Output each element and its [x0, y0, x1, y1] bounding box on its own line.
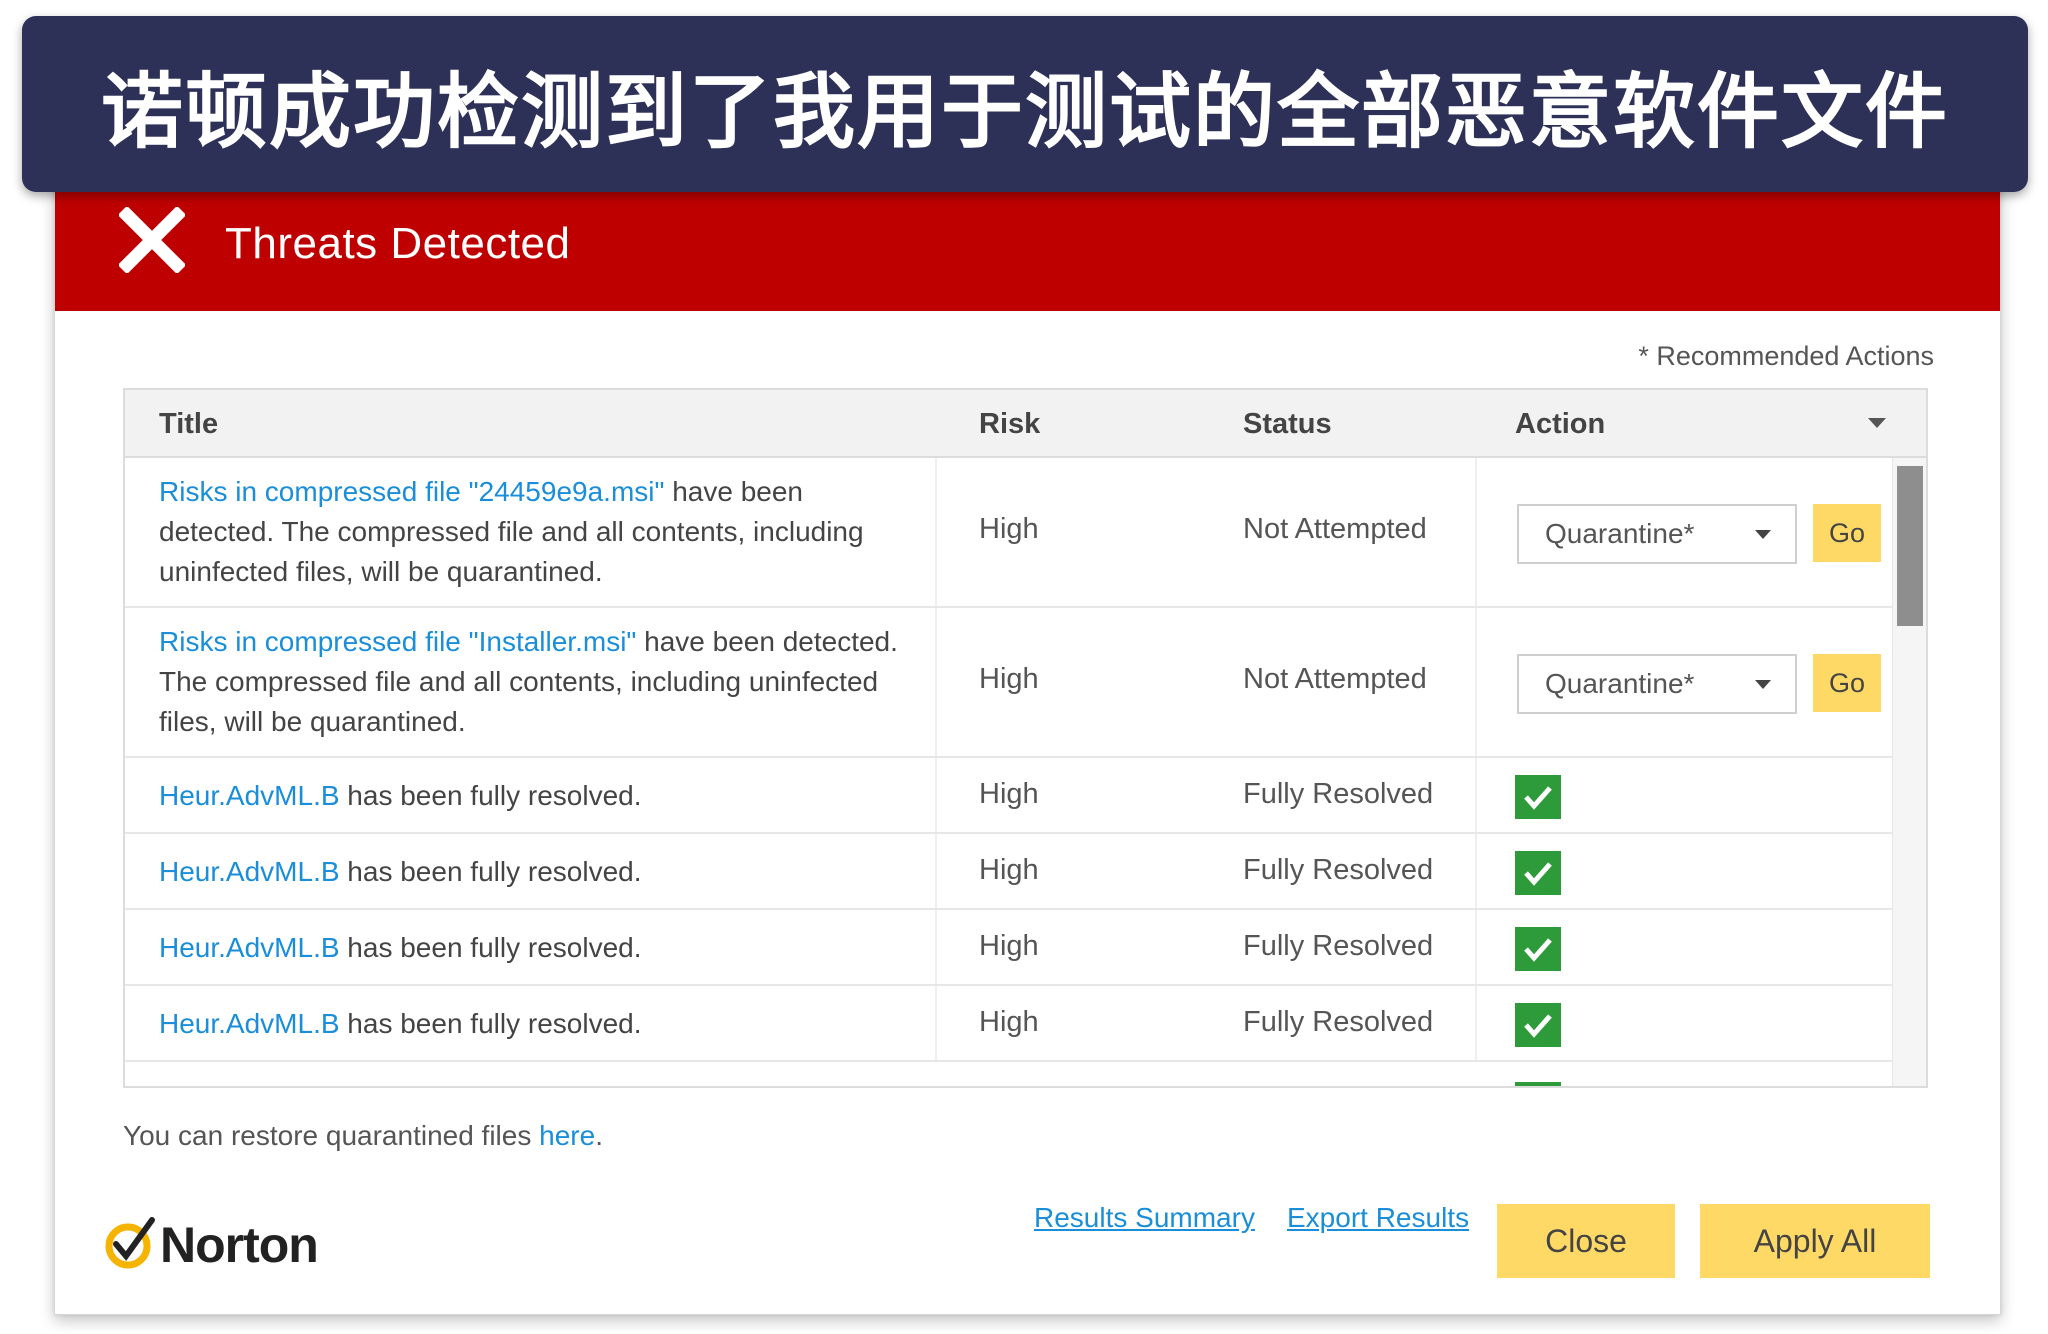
- threat-link[interactable]: Heur.AdvML.B: [159, 856, 340, 887]
- check-icon: [1515, 851, 1561, 895]
- status-value: Fully Resolved: [1243, 930, 1434, 962]
- column-status[interactable]: Status: [1243, 390, 1332, 458]
- threat-title: Heur.AdvML.B has been fully resolved.: [159, 780, 642, 811]
- action-select[interactable]: Quarantine*: [1517, 654, 1797, 714]
- risk-value: High: [979, 513, 1039, 545]
- table-row: Heur.AdvML.B has been fully resolved. Hi…: [125, 910, 1895, 986]
- sort-dropdown-icon[interactable]: [1868, 418, 1886, 428]
- caption-banner: 诺顿成功检测到了我用于测试的全部恶意软件文件: [22, 16, 2028, 192]
- export-results-link[interactable]: Export Results: [1287, 1202, 1469, 1234]
- table-row: Heur.AdvML.B has been fully resolved. Hi…: [125, 834, 1895, 910]
- table-row: Heur.AdvML.B has been fully resolved. Hi…: [125, 758, 1895, 834]
- threat-title: Heur.AdvML.B has been fully resolved.: [159, 932, 642, 963]
- close-x-icon: [119, 207, 185, 273]
- threat-link[interactable]: Risks in compressed file "24459e9a.msi": [159, 476, 664, 507]
- column-title[interactable]: Title: [159, 390, 218, 458]
- chevron-down-icon: [1755, 680, 1771, 689]
- status-value: Fully Resolved: [1243, 1006, 1434, 1038]
- header-title: Threats Detected: [225, 219, 571, 268]
- apply-all-button[interactable]: Apply All: [1700, 1204, 1930, 1278]
- table-row: Risks in compressed file "24459e9a.msi" …: [125, 458, 1895, 608]
- norton-check-icon: [105, 1217, 155, 1269]
- threat-title: Risks in compressed file "Installer.msi"…: [159, 626, 898, 737]
- threat-title: Heur.AdvML.B has been fully resolved.: [159, 856, 642, 887]
- norton-wordmark: Norton: [160, 1217, 319, 1273]
- table-row: Risks in compressed file "Installer.msi"…: [125, 608, 1895, 758]
- threat-link[interactable]: Heur.AdvML.B: [159, 932, 340, 963]
- table-body: Risks in compressed file "24459e9a.msi" …: [125, 458, 1895, 1062]
- threats-table: Title Risk Status Action Risks in compre…: [123, 388, 1928, 1088]
- caption-text: 诺顿成功检测到了我用于测试的全部恶意软件文件: [100, 64, 1949, 160]
- table-header: Title Risk Status Action: [125, 390, 1926, 458]
- threat-link[interactable]: Heur.AdvML.B: [159, 780, 340, 811]
- risk-value: High: [979, 778, 1039, 810]
- threat-link[interactable]: Risks in compressed file "Installer.msi": [159, 626, 636, 657]
- risk-value: High: [979, 930, 1039, 962]
- chevron-down-icon: [1755, 530, 1771, 539]
- restore-note: You can restore quarantined files here.: [123, 1120, 603, 1151]
- risk-value: High: [979, 1006, 1039, 1038]
- check-icon: [1515, 775, 1561, 819]
- close-button[interactable]: Close: [1497, 1204, 1675, 1278]
- norton-logo: Norton: [104, 1212, 344, 1276]
- threat-title: Risks in compressed file "24459e9a.msi" …: [159, 476, 864, 587]
- go-button[interactable]: Go: [1813, 504, 1881, 562]
- status-value: Not Attempted: [1243, 663, 1427, 695]
- threat-title: Heur.AdvML.B has been fully resolved.: [159, 1008, 642, 1039]
- column-risk[interactable]: Risk: [979, 390, 1040, 458]
- check-icon: [1515, 927, 1561, 971]
- threat-link[interactable]: Heur.AdvML.B: [159, 1008, 340, 1039]
- risk-value: High: [979, 854, 1039, 886]
- scrollbar-thumb[interactable]: [1897, 466, 1923, 626]
- check-icon: [1515, 1003, 1561, 1047]
- status-value: Fully Resolved: [1243, 854, 1434, 886]
- action-select[interactable]: Quarantine*: [1517, 504, 1797, 564]
- results-summary-link[interactable]: Results Summary: [1034, 1202, 1255, 1234]
- risk-value: High: [979, 663, 1039, 695]
- table-row: Heur.AdvML.B has been fully resolved. Hi…: [125, 986, 1895, 1062]
- go-button[interactable]: Go: [1813, 654, 1881, 712]
- column-action[interactable]: Action: [1515, 390, 1605, 458]
- restore-here-link[interactable]: here: [539, 1120, 595, 1151]
- table-scrollbar[interactable]: [1892, 458, 1926, 1086]
- partial-check-icon: [1515, 1082, 1561, 1086]
- status-value: Fully Resolved: [1243, 778, 1434, 810]
- recommended-actions-note: * Recommended Actions: [1638, 341, 1934, 371]
- status-value: Not Attempted: [1243, 513, 1427, 545]
